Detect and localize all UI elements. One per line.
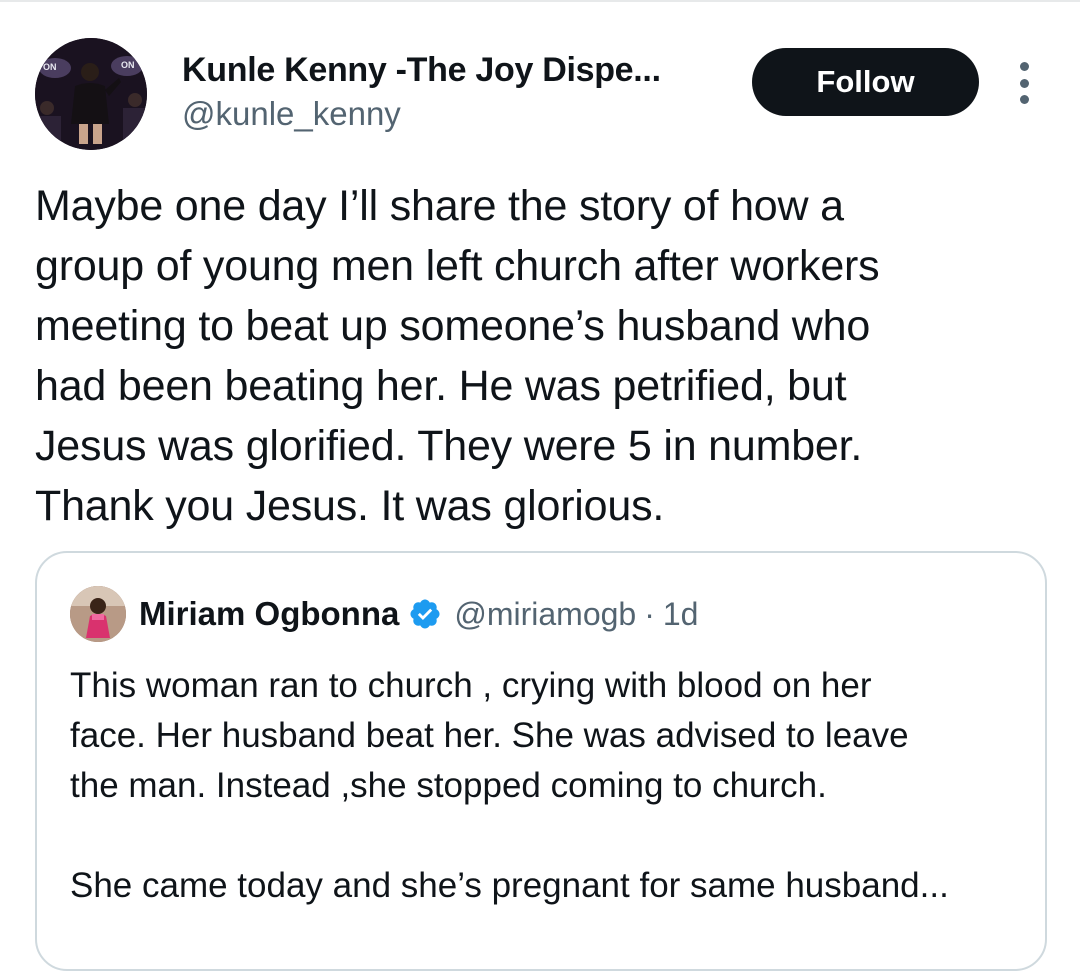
tweet-header: ON ON Kunle Kenny -The Joy Dispe... @kun… (0, 0, 1080, 160)
svg-text:ON: ON (43, 62, 57, 72)
quoted-profile-photo-icon (70, 586, 126, 642)
quoted-tweet-body: This woman ran to church , crying with b… (70, 661, 1030, 911)
author-display-name[interactable]: Kunle Kenny -The Joy Dispe... (182, 51, 661, 90)
quoted-display-name[interactable]: Miriam Ogbonna (139, 595, 399, 633)
quoted-author-avatar[interactable] (70, 586, 126, 642)
quoted-handle[interactable]: @miriamogb (454, 596, 636, 633)
more-dot (1019, 62, 1029, 71)
quoted-tweet-card[interactable]: Miriam Ogbonna @miriamogb · 1d This woma… (35, 551, 1047, 971)
tweet-line: had been beating her. He was petrified, … (35, 362, 847, 410)
follow-button[interactable]: Follow (752, 48, 979, 116)
svg-text:ON: ON (121, 60, 135, 70)
meta-separator: · (644, 595, 655, 632)
quoted-line: She came today and she’s pregnant for sa… (70, 866, 949, 905)
quoted-timestamp[interactable]: 1d (663, 596, 699, 633)
more-dot (1019, 78, 1029, 88)
quoted-line: the man. Instead ,she stopped coming to … (70, 766, 827, 805)
author-avatar[interactable]: ON ON (35, 38, 147, 150)
quoted-line: This woman ran to church , crying with b… (70, 666, 872, 705)
profile-photo-icon: ON ON (35, 38, 147, 150)
quoted-line: face. Her husband beat her. She was advi… (70, 716, 909, 755)
tweet-line: Maybe one day I’ll share the story of ho… (35, 182, 844, 230)
verified-badge-icon (410, 599, 440, 629)
tweet-body: Maybe one day I’ll share the story of ho… (35, 176, 1045, 536)
more-vertical-icon[interactable] (1010, 62, 1038, 104)
tweet-line: Thank you Jesus. It was glorious. (35, 482, 665, 530)
more-dot (1019, 95, 1029, 104)
tweet-line: group of young men left church after wor… (35, 242, 880, 290)
tweet-line: Jesus was glorified. They were 5 in numb… (35, 422, 863, 470)
author-handle[interactable]: @kunle_kenny (182, 95, 401, 133)
quoted-meta: Miriam Ogbonna @miriamogb · 1d (139, 591, 698, 637)
tweet-line: meeting to beat up someone’s husband who (35, 302, 871, 350)
